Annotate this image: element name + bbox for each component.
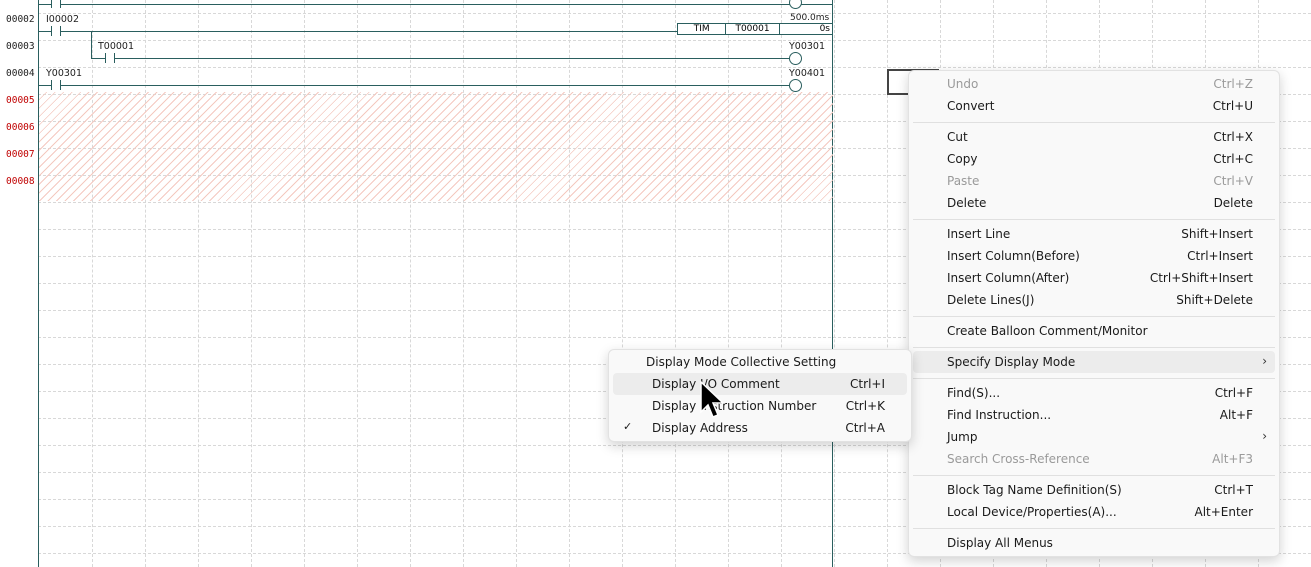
grid-line-horizontal xyxy=(38,13,1311,14)
branch-line xyxy=(91,31,92,58)
timer-device: T00001 xyxy=(726,24,780,34)
contact-t00001[interactable] xyxy=(105,53,115,63)
coil-y00401[interactable] xyxy=(789,79,802,92)
menu-item-local-device-properties[interactable]: Local Device/Properties(A)... Alt+Enter xyxy=(913,501,1275,523)
menu-item-paste[interactable]: Paste Ctrl+V xyxy=(913,170,1275,192)
contact-label: Y00301 xyxy=(46,68,83,79)
row-number: 00003 xyxy=(6,41,35,52)
menu-separator xyxy=(913,528,1275,529)
row-number: 00007 xyxy=(6,149,35,160)
menu-item-undo[interactable]: Undo Ctrl+Z xyxy=(913,73,1275,95)
menu-separator xyxy=(913,378,1275,379)
submenu-item-display-instruction-number[interactable]: Display Instruction Number Ctrl+K xyxy=(613,395,907,417)
checkmark-icon: ✓ xyxy=(623,420,633,433)
empty-rows-hatch xyxy=(39,92,833,201)
rung-line-top xyxy=(39,4,832,5)
display-mode-submenu: Display Mode Collective Setting Display … xyxy=(608,349,912,442)
timer-current: 0s xyxy=(819,24,830,34)
row-number: 00006 xyxy=(6,122,35,133)
contact-label: I00002 xyxy=(46,14,80,25)
timer-preset: 500.0ms xyxy=(790,13,830,23)
menu-item-specify-display-mode[interactable]: Specify Display Mode › xyxy=(913,351,1275,373)
coil-label: Y00401 xyxy=(789,68,826,79)
rung-line xyxy=(91,58,789,59)
submenu-item-display-io-comment[interactable]: Display I/O Comment Ctrl+I xyxy=(613,373,907,395)
menu-item-find[interactable]: Find(S)... Ctrl+F xyxy=(913,382,1275,404)
grid-line-horizontal xyxy=(38,67,1311,68)
coil-y00301[interactable] xyxy=(789,52,802,65)
menu-item-create-balloon-comment[interactable]: Create Balloon Comment/Monitor xyxy=(913,320,1275,342)
menu-item-block-tag-name[interactable]: Block Tag Name Definition(S) Ctrl+T xyxy=(913,479,1275,501)
chevron-right-icon: › xyxy=(1262,429,1267,443)
submenu-item-display-address[interactable]: ✓ Display Address Ctrl+A xyxy=(613,417,907,439)
menu-item-insert-line[interactable]: Insert Line Shift+Insert xyxy=(913,223,1275,245)
contact-top[interactable] xyxy=(51,0,61,8)
menu-separator xyxy=(913,347,1275,348)
timer-type: TIM xyxy=(678,24,727,34)
menu-separator xyxy=(913,475,1275,476)
contact-i00002[interactable] xyxy=(51,26,61,36)
mouse-pointer-icon xyxy=(700,381,725,418)
contact-y00301[interactable] xyxy=(51,80,61,90)
menu-item-delete-lines[interactable]: Delete Lines(J) Shift+Delete xyxy=(913,289,1275,311)
menu-item-display-all-menus[interactable]: Display All Menus xyxy=(913,532,1275,554)
menu-item-insert-column-after[interactable]: Insert Column(After) Ctrl+Shift+Insert xyxy=(913,267,1275,289)
menu-item-delete[interactable]: Delete Delete xyxy=(913,192,1275,214)
row-number: 00008 xyxy=(6,176,35,187)
chevron-right-icon: › xyxy=(1262,354,1267,368)
menu-item-cut[interactable]: Cut Ctrl+X xyxy=(913,126,1275,148)
row-number: 00002 xyxy=(6,14,35,25)
menu-separator xyxy=(913,122,1275,123)
menu-item-jump[interactable]: Jump › xyxy=(913,426,1275,448)
row-number: 00004 xyxy=(6,68,35,79)
menu-item-find-instruction[interactable]: Find Instruction... Alt+F xyxy=(913,404,1275,426)
menu-separator xyxy=(913,316,1275,317)
menu-separator xyxy=(913,219,1275,220)
right-power-rail xyxy=(832,0,833,567)
submenu-item-collective-setting[interactable]: Display Mode Collective Setting xyxy=(613,351,907,373)
timer-instruction[interactable]: TIM T00001 0s xyxy=(677,23,833,35)
row-number: 00005 xyxy=(6,95,35,106)
coil-label: Y00301 xyxy=(789,41,826,52)
grid-line-horizontal xyxy=(38,40,1311,41)
rung-line xyxy=(39,31,677,32)
context-menu: Undo Ctrl+Z Convert Ctrl+U Cut Ctrl+X Copy C… xyxy=(908,70,1280,557)
menu-item-convert[interactable]: Convert Ctrl+U xyxy=(913,95,1275,117)
menu-item-insert-column-before[interactable]: Insert Column(Before) Ctrl+Insert xyxy=(913,245,1275,267)
rung-line xyxy=(39,85,789,86)
menu-item-search-cross-reference[interactable]: Search Cross-Reference Alt+F3 xyxy=(913,448,1275,470)
menu-item-copy[interactable]: Copy Ctrl+C xyxy=(913,148,1275,170)
contact-label: T00001 xyxy=(98,41,135,52)
